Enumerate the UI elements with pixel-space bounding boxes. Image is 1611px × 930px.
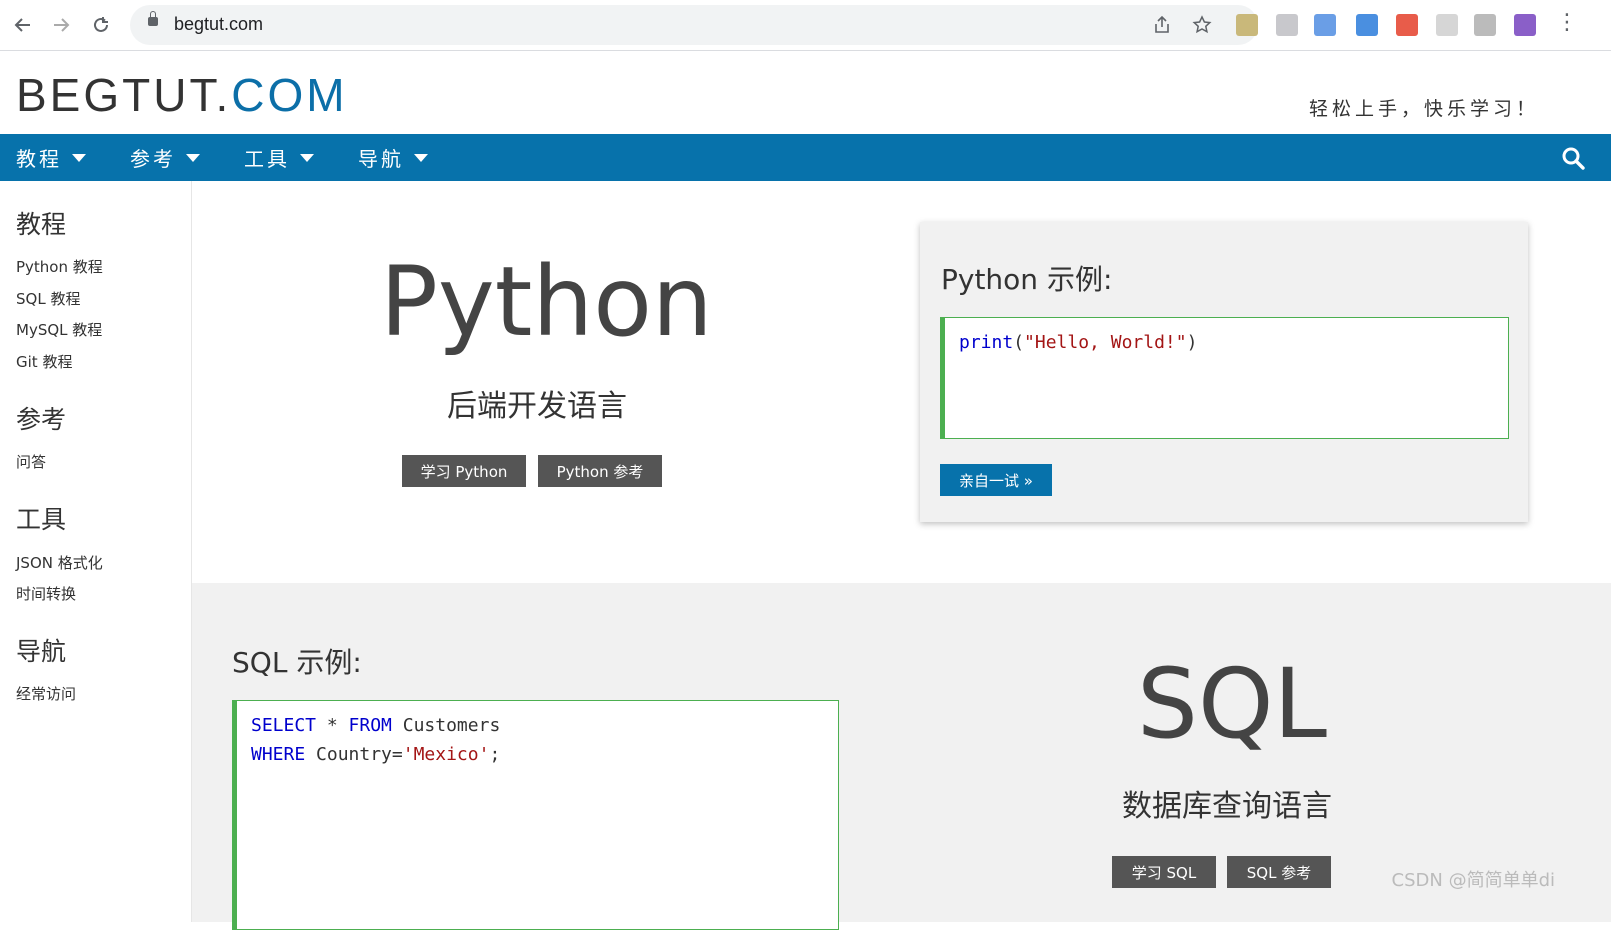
python-title: Python (380, 246, 713, 358)
sidebar-link-git[interactable]: Git 教程 (16, 351, 72, 372)
reload-button[interactable] (86, 10, 116, 40)
sidebar: 教程 Python 教程 SQL 教程 MySQL 教程 Git 教程 参考 问… (0, 181, 192, 922)
python-subtitle: 后端开发语言 (447, 389, 627, 424)
reload-icon (94, 17, 108, 32)
python-code-block: print("Hello, World!") (940, 317, 1509, 439)
extension-icon[interactable] (1236, 14, 1258, 36)
site-logo[interactable]: BEGTUT.COM (16, 68, 348, 122)
back-button[interactable] (8, 10, 38, 40)
python-example-title: Python 示例: (941, 263, 1113, 296)
python-reference-button[interactable]: Python 参考 (538, 455, 662, 487)
sql-subtitle: 数据库查询语言 (1122, 789, 1332, 824)
sidebar-link-frequent[interactable]: 经常访问 (16, 683, 76, 704)
url-text[interactable]: begtut.com (174, 14, 263, 35)
site-slogan: 轻松上手，快乐学习！ (1308, 98, 1539, 120)
logo-text-accent: COM (231, 69, 348, 121)
nav-menu-label: 导航 (358, 147, 404, 171)
code-line: SELECT * FROM Customers (251, 711, 838, 740)
arrow-left-icon (14, 18, 30, 32)
code-token: * (316, 715, 349, 736)
nav-menu-label: 工具 (244, 147, 290, 171)
sql-code-block: SELECT * FROM Customers WHERE Country='M… (232, 700, 839, 930)
caret-down-icon (300, 153, 314, 162)
top-navigation: 教程 参考 工具 导航 (0, 134, 1611, 181)
code-token: Customers (391, 715, 501, 736)
logo-text: BEGTUT. (16, 69, 232, 121)
extension-icon[interactable] (1436, 14, 1458, 36)
nav-menu-label: 教程 (16, 147, 62, 171)
nav-menu-navigation[interactable]: 导航 (358, 134, 428, 181)
sidebar-link-mysql[interactable]: MySQL 教程 (16, 319, 102, 340)
code-token: SELECT (251, 715, 317, 736)
sidebar-link-qa[interactable]: 问答 (16, 451, 46, 472)
code-line: WHERE Country='Mexico'; (251, 740, 838, 769)
sidebar-heading-navigation: 导航 (16, 637, 67, 666)
python-example-card: Python 示例: print("Hello, World!") 亲自一试 » (920, 222, 1528, 522)
profile-avatar[interactable] (1514, 14, 1536, 36)
search-icon[interactable] (1561, 146, 1585, 170)
code-token: FROM (348, 715, 392, 736)
code-token: Country= (305, 744, 403, 765)
star-icon[interactable] (1190, 13, 1214, 37)
extension-icon[interactable] (1314, 14, 1336, 36)
nav-menu-label: 参考 (130, 147, 176, 171)
browser-toolbar: begtut.com ⋮ (0, 0, 1611, 51)
sql-title: SQL (1137, 648, 1327, 760)
caret-down-icon (414, 153, 428, 162)
extension-icon[interactable] (1276, 14, 1298, 36)
code-token: "Hello, World!" (1024, 332, 1187, 353)
caret-down-icon (72, 153, 86, 162)
arrow-right-icon (54, 18, 70, 32)
lock-icon (148, 11, 158, 26)
watermark: CSDN @简简单单di (1391, 870, 1555, 891)
sidebar-link-python[interactable]: Python 教程 (16, 256, 103, 277)
code-token: ; (489, 744, 501, 765)
code-token: ) (1186, 332, 1198, 353)
code-token: 'Mexico' (402, 744, 490, 765)
extension-icon[interactable] (1474, 14, 1496, 36)
nav-menu-tools[interactable]: 工具 (244, 134, 314, 181)
menu-dots-icon[interactable]: ⋮ (1556, 10, 1578, 35)
share-icon[interactable] (1150, 13, 1174, 37)
sidebar-link-time[interactable]: 时间转换 (16, 583, 76, 604)
caret-down-icon (186, 153, 200, 162)
sql-reference-button[interactable]: SQL 参考 (1227, 856, 1331, 888)
code-token: ( (1013, 332, 1025, 353)
address-bar[interactable]: begtut.com (130, 5, 1258, 45)
learn-python-button[interactable]: 学习 Python (402, 455, 526, 487)
extension-icon[interactable] (1356, 14, 1378, 36)
code-token: WHERE (251, 744, 306, 765)
sidebar-heading-tutorials: 教程 (16, 210, 67, 239)
extension-icon[interactable] (1396, 14, 1418, 36)
sidebar-heading-reference: 参考 (16, 405, 67, 434)
sidebar-link-json[interactable]: JSON 格式化 (16, 552, 103, 573)
code-token: print (959, 332, 1014, 353)
forward-button[interactable] (46, 10, 76, 40)
sql-example-title: SQL 示例: (232, 646, 362, 679)
learn-sql-button[interactable]: 学习 SQL (1112, 856, 1216, 888)
nav-menu-tutorials[interactable]: 教程 (16, 134, 86, 181)
sidebar-heading-tools: 工具 (16, 505, 67, 534)
try-it-button[interactable]: 亲自一试 » (940, 464, 1052, 496)
sidebar-link-sql[interactable]: SQL 教程 (16, 288, 80, 309)
nav-menu-reference[interactable]: 参考 (130, 134, 200, 181)
